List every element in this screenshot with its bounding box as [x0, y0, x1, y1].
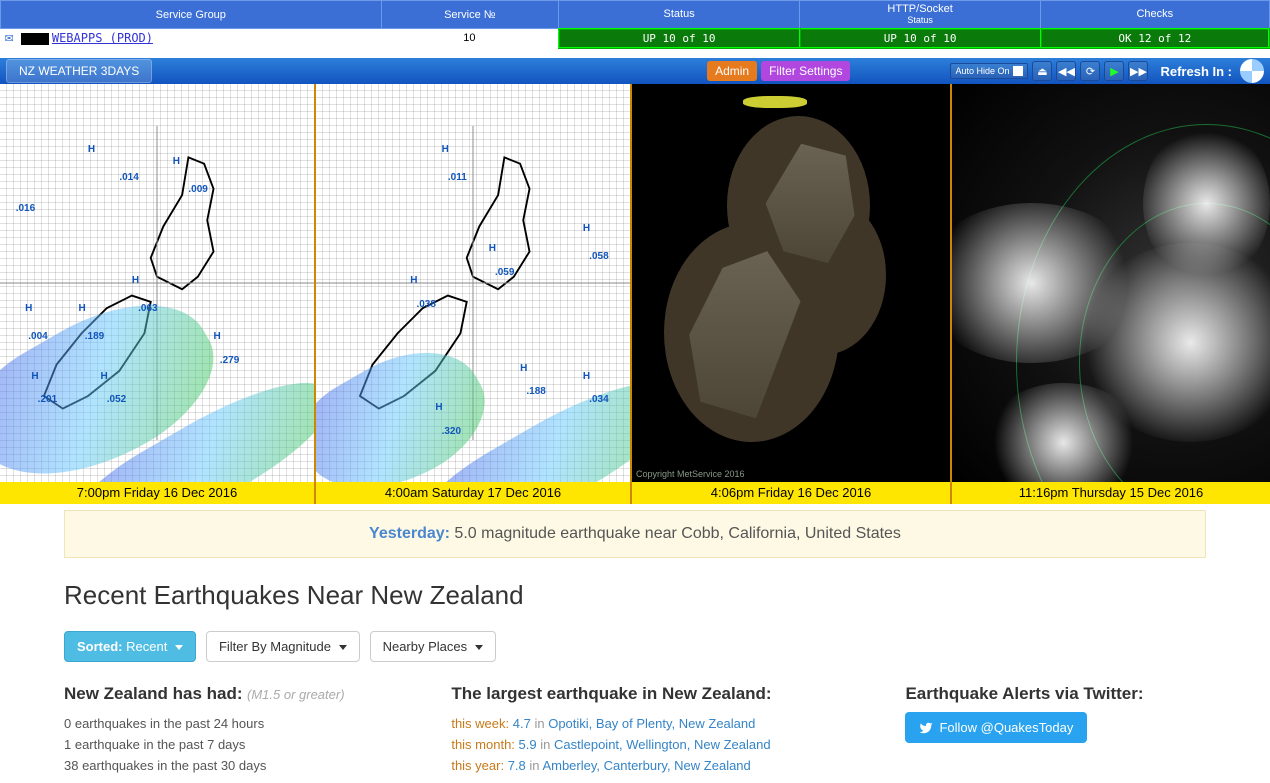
sorted-dropdown[interactable]: Sorted: Recent: [64, 631, 196, 662]
spinner-icon: [1240, 59, 1264, 83]
caption-3: 4:06pm Friday 16 Dec 2016: [632, 482, 950, 504]
eq-col1-title: New Zealand has had:: [64, 684, 243, 703]
caption-2: 4:00am Saturday 17 Dec 2016: [316, 482, 630, 504]
eject-button[interactable]: ⏏: [1032, 61, 1052, 81]
pressure-label: .016: [16, 203, 35, 214]
forward-button[interactable]: ▶▶: [1128, 61, 1148, 81]
eq-button-row: Sorted: Recent Filter By Magnitude Nearb…: [64, 631, 1206, 662]
pressure-label: H: [520, 363, 527, 374]
auto-hide-toggle[interactable]: Auto Hide On: [950, 63, 1028, 79]
redacted: [21, 33, 49, 45]
refresh-label: Refresh In :: [1160, 64, 1232, 79]
pressure-label: .004: [28, 331, 47, 342]
th-http: HTTP/SocketStatus: [800, 1, 1041, 29]
play-button[interactable]: ▶: [1104, 61, 1124, 81]
eq-col-summary: New Zealand has had: (M1.5 or greater) 0…: [64, 684, 431, 776]
pressure-label: .011: [448, 172, 467, 183]
pressure-label: .188: [526, 386, 545, 397]
weather-map-1: .016 H .014 H .009 H .004 H .189 H .063 H .201 H .052 H…: [0, 84, 314, 482]
mail-icon: ✉: [5, 33, 14, 45]
rewind-button[interactable]: ◀◀: [1056, 61, 1076, 81]
pressure-label: H: [132, 275, 139, 286]
cell-status: UP 10 of 10: [559, 29, 800, 48]
pressure-label: H: [583, 223, 590, 234]
control-bar: NZ WEATHER 3DAYS Admin Filter Settings A…: [0, 58, 1270, 84]
pressure-label: .063: [138, 303, 157, 314]
eq-section: Recent Earthquakes Near New Zealand Sort…: [64, 580, 1206, 776]
caret-down-icon: [339, 645, 347, 650]
panel-weather-1: .016 H .014 H .009 H .004 H .189 H .063 H .201 H .052 H…: [0, 84, 316, 504]
twitter-follow-button[interactable]: Follow @QuakesToday: [905, 712, 1087, 743]
eq-largest-line: this year: 7.8 in Amberley, Canterbury, …: [451, 756, 885, 777]
service-group-link[interactable]: WEBAPPS (PROD): [52, 31, 153, 45]
cell-service-no: 10: [381, 29, 559, 48]
pressure-label: H: [31, 371, 38, 382]
pressure-label: H: [435, 402, 442, 413]
filter-magnitude-dropdown[interactable]: Filter By Magnitude: [206, 631, 360, 662]
weather-map-2: H .011 H .059 H .058 H .038 H .188 H .320 H .034: [316, 84, 630, 482]
eq-largest-line: this week: 4.7 in Opotiki, Bay of Plenty…: [451, 714, 885, 735]
th-service-no: Service №: [381, 1, 559, 29]
panels-row: .016 H .014 H .009 H .004 H .189 H .063 H .201 H .052 H…: [0, 84, 1270, 504]
eq-stat-line: 38 earthquakes in the past 30 days: [64, 756, 431, 777]
caption-4: 11:16pm Thursday 15 Dec 2016: [952, 482, 1270, 504]
pressure-label: H: [489, 243, 496, 254]
pressure-label: H: [88, 144, 95, 155]
eq-yesterday-banner: Yesterday: 5.0 magnitude earthquake near…: [64, 510, 1206, 558]
pressure-label: .009: [188, 184, 207, 195]
caption-1: 7:00pm Friday 16 Dec 2016: [0, 482, 314, 504]
pressure-label: .279: [220, 355, 239, 366]
panel-weather-2: H .011 H .059 H .058 H .038 H .188 H .320 H .034 4:00…: [316, 84, 632, 504]
th-service-group: Service Group: [1, 1, 382, 29]
pressure-label: .052: [107, 394, 126, 405]
pressure-label: .201: [38, 394, 57, 405]
eq-largest-line: this month: 5.9 in Castlepoint, Wellingt…: [451, 735, 885, 756]
admin-link[interactable]: Admin: [707, 61, 757, 81]
pressure-label: .059: [495, 267, 514, 278]
th-status: Status: [559, 1, 800, 29]
pressure-label: H: [25, 303, 32, 314]
pressure-label: H: [410, 275, 417, 286]
caret-down-icon: [475, 645, 483, 650]
eq-title: Recent Earthquakes Near New Zealand: [64, 580, 1206, 611]
pressure-label: H: [442, 144, 449, 155]
status-table: Service Group Service № Status HTTP/Sock…: [0, 0, 1270, 49]
pressure-label: H: [79, 303, 86, 314]
pressure-label: .320: [442, 426, 461, 437]
eq-col-twitter: Earthquake Alerts via Twitter: Follow @Q…: [905, 684, 1206, 776]
cell-http: UP 10 of 10: [800, 29, 1041, 48]
caret-down-icon: [175, 645, 183, 650]
satellite-image: [952, 84, 1270, 482]
tab-nz-weather[interactable]: NZ WEATHER 3DAYS: [6, 59, 152, 83]
nearby-places-dropdown[interactable]: Nearby Places: [370, 631, 496, 662]
pressure-label: H: [583, 371, 590, 382]
pressure-label: H: [100, 371, 107, 382]
eq-col1-sub: (M1.5 or greater): [247, 687, 345, 702]
pressure-label: .189: [85, 331, 104, 342]
pressure-label: .038: [416, 299, 435, 310]
pressure-label: .034: [589, 394, 608, 405]
panel-satellite: 11:16pm Thursday 15 Dec 2016: [952, 84, 1270, 504]
filter-settings-link[interactable]: Filter Settings: [761, 61, 850, 81]
eq-col-largest: The largest earthquake in New Zealand: t…: [451, 684, 885, 776]
radar-copyright: Copyright MetService 2016: [636, 469, 745, 479]
cell-checks: OK 12 of 12: [1041, 29, 1269, 48]
cell-service-group: ✉ WEBAPPS (PROD): [1, 29, 382, 48]
pressure-label: .058: [589, 251, 608, 262]
refresh-button[interactable]: ⟳: [1080, 61, 1100, 81]
twitter-icon: [919, 721, 933, 735]
banner-text: 5.0 magnitude earthquake near Cobb, Cali…: [450, 525, 901, 542]
th-checks: Checks: [1041, 1, 1269, 29]
pressure-label: .014: [119, 172, 138, 183]
pressure-label: H: [214, 331, 221, 342]
eq-stat-line: 0 earthquakes in the past 24 hours: [64, 714, 431, 735]
banner-prefix: Yesterday:: [369, 525, 450, 542]
eq-col2-title: The largest earthquake in New Zealand:: [451, 684, 771, 703]
panel-radar: Copyright MetService 2016 4:06pm Friday …: [632, 84, 952, 504]
eq-col3-title: Earthquake Alerts via Twitter:: [905, 684, 1143, 703]
radar-map: Copyright MetService 2016: [632, 84, 950, 482]
eq-stat-line: 1 earthquake in the past 7 days: [64, 735, 431, 756]
pressure-label: H: [173, 156, 180, 167]
